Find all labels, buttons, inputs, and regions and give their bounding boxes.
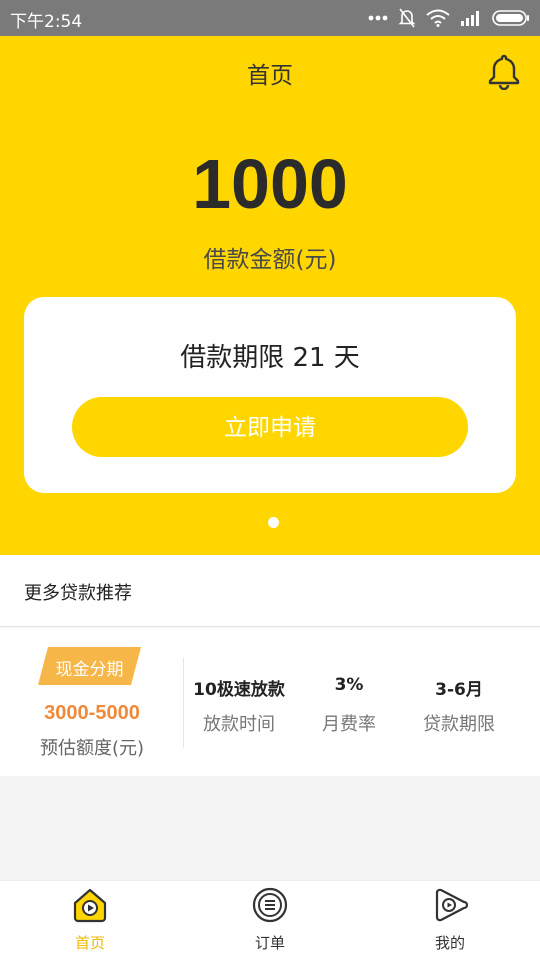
carousel-indicator-dot[interactable]: [268, 517, 279, 528]
nav-item-label: 首页: [74, 934, 105, 952]
product-range-label: 预估额度(元): [39, 738, 145, 759]
nav-item-label: 订单: [254, 934, 285, 952]
nav-item-mine[interactable]: 我的: [390, 881, 510, 960]
wifi-icon: [426, 9, 450, 27]
stat-label: 月费率: [322, 714, 376, 735]
product-range: 3000-5000: [44, 702, 140, 724]
stat-label: 放款时间: [203, 714, 275, 735]
order-list-icon: [252, 887, 288, 923]
product-tag-label: 现金分期: [55, 660, 124, 680]
stat-value: 3%: [334, 675, 364, 695]
battery-icon: [492, 10, 529, 26]
loan-amount-label: 借款金额(元): [203, 247, 337, 273]
signal-icon: [461, 11, 479, 26]
loan-product-card[interactable]: 现金分期 3000-5000 预估额度(元) 10极速放款 放款时间 3% 月费…: [0, 628, 540, 776]
status-bar: 下午2:54: [0, 0, 540, 36]
bottom-nav: 首页 订单 我的: [0, 880, 540, 960]
hero-section: 首页 1000 借款金额(元) 借款期限 21 天 立即申请: [0, 36, 540, 555]
nav-item-label: 我的: [434, 934, 465, 952]
apply-now-button[interactable]: 立即申请: [72, 397, 468, 457]
home-play-icon: [73, 888, 107, 923]
bell-icon[interactable]: [486, 52, 522, 90]
loan-apply-card: 借款期限 21 天 立即申请: [24, 297, 516, 493]
status-icons: [368, 6, 530, 30]
more-dots-icon: [368, 15, 388, 21]
stat-value: 10极速放款: [193, 680, 285, 700]
stat-label: 贷款期限: [423, 714, 495, 735]
product-tag: 现金分期: [38, 647, 141, 685]
nav-item-home[interactable]: 首页: [30, 881, 150, 960]
loan-term: 借款期限 21 天: [180, 343, 360, 373]
recommend-section-header: 更多贷款推荐: [0, 555, 540, 627]
stat-value: 3-6月: [435, 680, 483, 700]
profile-play-icon: [435, 888, 468, 922]
loan-amount: 1000: [192, 145, 348, 223]
recommend-title: 更多贷款推荐: [24, 583, 132, 604]
status-time: 下午2:54: [10, 12, 83, 32]
page-title: 首页: [247, 63, 293, 89]
silent-bell-icon: [398, 8, 416, 28]
nav-item-orders[interactable]: 订单: [210, 881, 330, 960]
